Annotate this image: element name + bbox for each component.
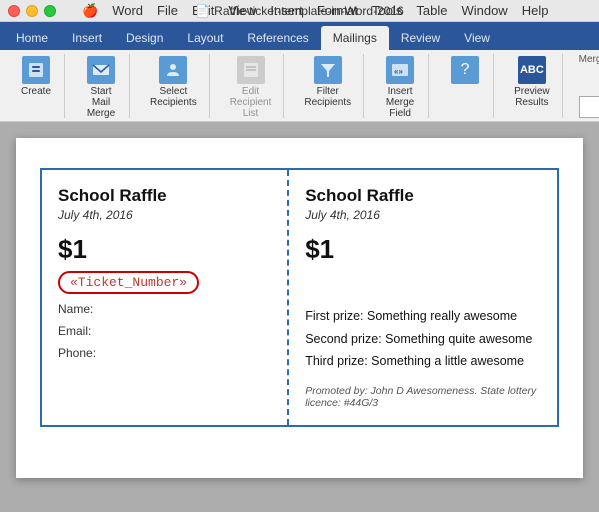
tab-view[interactable]: View [452,26,502,50]
ticket-left-date: July 4th, 2016 [58,208,271,222]
edit-recipient-list-button[interactable]: Edit Recipient List [226,54,276,121]
file-icon: 📄 [195,4,210,18]
ticket-container: School Raffle July 4th, 2016 $1 «Ticket_… [40,168,559,427]
abc-icon: ABC [518,56,546,84]
edit-recipient-icon [237,56,265,84]
help-merge-button[interactable]: ? [445,54,485,88]
create-button[interactable]: Create [16,54,56,99]
filter-label: Filter Recipients [304,86,351,108]
group-edit-recipient: Edit Recipient List [218,54,285,118]
svg-text:«»: «» [394,67,403,76]
prize-2: Second prize: Something quite awesome [305,328,541,351]
start-mail-merge-label: Start Mail Merge [85,86,117,119]
prize-3: Third prize: Something a little awesome [305,350,541,373]
merge-range-label: Merge Range [579,54,599,65]
abc-preview-button[interactable]: ABC Preview Results [510,54,554,110]
select-recipients-label: Select Recipients [150,86,197,108]
ticket-name-field: Name: [58,302,271,316]
ticket-prizes: First prize: Something really awesome Se… [305,305,541,373]
ticket-left-price: $1 [58,234,271,265]
create-label: Create [21,86,51,97]
ticket-left-title: School Raffle [58,186,271,206]
tab-mailings[interactable]: Mailings [321,26,389,50]
group-mail-merge: Start Mail Merge [73,54,130,118]
ticket-right-date: July 4th, 2016 [305,208,541,222]
group-navigation: Merge Range [571,54,599,118]
ticket-number-field[interactable]: «Ticket_Number» [58,271,199,294]
ticket-right-price: $1 [305,234,541,265]
ticket-left: School Raffle July 4th, 2016 $1 «Ticket_… [42,170,289,425]
group-filter: Filter Recipients [292,54,364,118]
select-recipients-button[interactable]: Select Recipients [146,54,201,110]
ticket-email-field: Email: [58,324,271,338]
group-insert-merge: «» Insert Merge Field [372,54,429,118]
title-bar: 🍎 Word File Edit View Insert Format Tool… [0,0,599,22]
tab-design[interactable]: Design [114,26,175,50]
preview-label: Preview Results [514,86,550,108]
tab-insert[interactable]: Insert [60,26,114,50]
prize-1: First prize: Something really awesome [305,305,541,328]
insert-merge-label: Insert Merge Field [384,86,416,119]
ticket-phone-field: Phone: [58,346,271,360]
group-help: ? [437,54,494,118]
menu-apple[interactable]: 🍎 [76,3,104,19]
group-create: Create [8,54,65,118]
insert-merge-icon: «» [386,56,414,84]
maximize-button[interactable] [44,5,56,17]
tab-home[interactable]: Home [4,26,60,50]
ticket-right-title: School Raffle [305,186,541,206]
close-button[interactable] [8,5,20,17]
filter-recipients-button[interactable]: Filter Recipients [300,54,355,110]
window-controls[interactable] [8,5,56,17]
create-icon [22,56,50,84]
tab-review[interactable]: Review [389,26,452,50]
help-icon: ? [451,56,479,84]
start-mail-merge-button[interactable]: Start Mail Merge [81,54,121,121]
filter-icon [314,56,342,84]
select-recipients-icon [159,56,187,84]
minimize-button[interactable] [26,5,38,17]
group-select-recipients: Select Recipients [138,54,210,118]
document-page: School Raffle July 4th, 2016 $1 «Ticket_… [16,138,583,478]
menu-table[interactable]: Table [410,3,453,18]
ribbon-tabs: Home Insert Design Layout References Mai… [0,22,599,50]
edit-recipient-label: Edit Recipient List [230,86,272,119]
ribbon-toolbar: Create Start Mail Merge Select Recipient… [0,50,599,122]
document-area: School Raffle July 4th, 2016 $1 «Ticket_… [0,122,599,512]
group-preview: ABC Preview Results [502,54,563,118]
merge-range-input[interactable] [579,96,599,118]
mail-merge-icon [87,56,115,84]
ticket-promo: Promoted by: John D Awesomeness. State l… [305,385,541,409]
title-text: Raffle-ticket-template-in-Word-2016 [214,4,404,18]
menu-word[interactable]: Word [106,3,149,18]
tab-references[interactable]: References [235,26,320,50]
tab-layout[interactable]: Layout [175,26,235,50]
menu-help[interactable]: Help [516,3,555,18]
menu-file[interactable]: File [151,3,184,18]
menu-window[interactable]: Window [455,3,513,18]
window-title: 📄 Raffle-ticket-template-in-Word-2016 [195,4,404,18]
ticket-right: School Raffle July 4th, 2016 $1 First pr… [289,170,557,425]
insert-merge-field-button[interactable]: «» Insert Merge Field [380,54,420,121]
